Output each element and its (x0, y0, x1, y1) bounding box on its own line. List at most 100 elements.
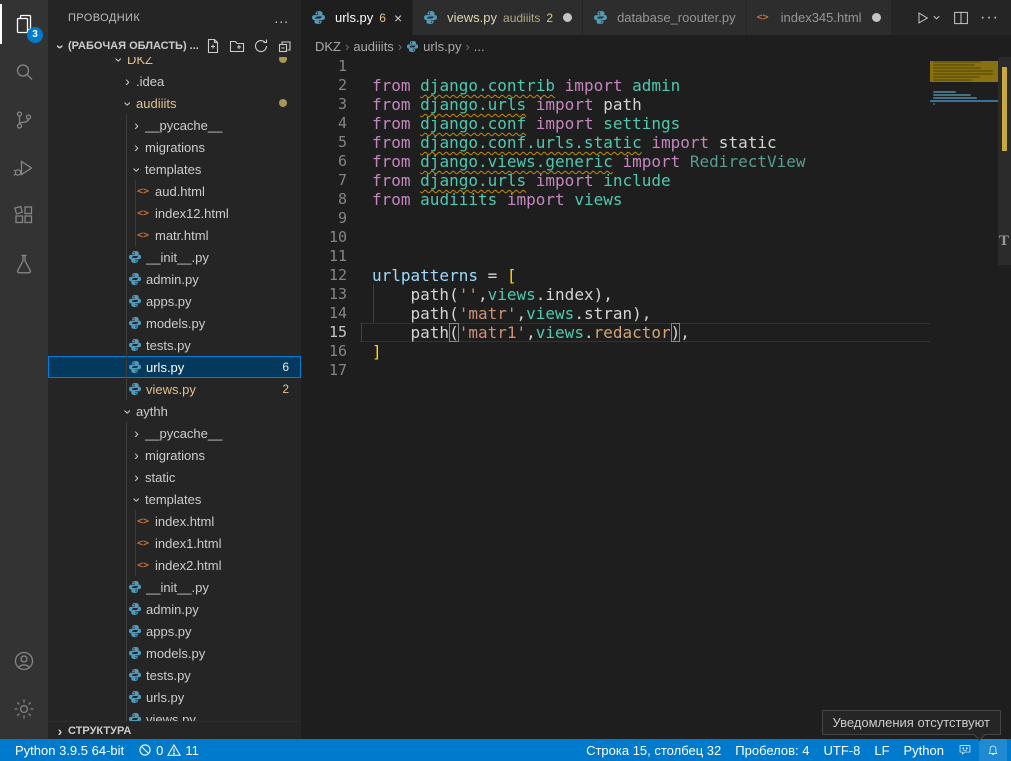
split-editor-icon[interactable] (952, 9, 970, 27)
tree-item-templates[interactable]: ›templates (48, 488, 301, 510)
tree-item-audiiits[interactable]: ›audiiits (48, 92, 301, 114)
code-token: static (709, 133, 776, 152)
tree-item-init-py[interactable]: __init__.py (48, 246, 301, 268)
tree-item-aud-html[interactable]: <>aud.html (48, 180, 301, 202)
code-line-10[interactable] (372, 228, 930, 247)
minimap[interactable] (930, 57, 998, 739)
breadcrumb-item-urls-py[interactable]: urls.py (406, 39, 461, 54)
breadcrumb-item-dkz[interactable]: DKZ (315, 39, 341, 54)
tree-item-matr-html[interactable]: <>matr.html (48, 224, 301, 246)
tree-item-admin-py[interactable]: admin.py (48, 268, 301, 290)
status-problems[interactable]: 011 (131, 739, 206, 761)
tree-item-index-html[interactable]: <>index.html (48, 510, 301, 532)
code-line-14[interactable]: path('matr',views.stran), (372, 304, 930, 323)
new-folder-icon[interactable] (229, 38, 245, 54)
tree-item-pycache[interactable]: ›__pycache__ (48, 422, 301, 444)
code-line-12[interactable]: urlpatterns = [ (372, 266, 930, 285)
editor-scrollbar[interactable]: T (998, 57, 1011, 739)
workspace-section-header[interactable]: › (РАБОЧАЯ ОБЛАСТЬ) ... (48, 35, 301, 57)
minimap-line (933, 97, 977, 99)
tree-item-dkz[interactable]: ›DKZ (48, 57, 301, 70)
status-feedback[interactable] (951, 739, 979, 761)
status-indentation[interactable]: Пробелов: 4 (728, 739, 816, 761)
breadcrumb-item-[interactable]: ... (474, 39, 485, 54)
new-file-icon[interactable] (205, 38, 221, 54)
tree-item-urls-py[interactable]: urls.py (48, 686, 301, 708)
tree-item-models-py[interactable]: models.py (48, 312, 301, 334)
code-line-3[interactable]: from django.urls import path (372, 95, 930, 114)
code-editor[interactable]: 1234567891011121314151617 from django.co… (301, 57, 1011, 739)
tree-item-models-py[interactable]: models.py (48, 642, 301, 664)
code-line-5[interactable]: from django.conf.urls.static import stat… (372, 133, 930, 152)
outline-section-header[interactable]: › СТРУКТУРА (48, 721, 301, 739)
tab-urls-py[interactable]: urls.py6× (301, 0, 413, 35)
status-language-mode[interactable]: Python (897, 739, 951, 761)
status-encoding[interactable]: UTF-8 (817, 739, 868, 761)
collapse-all-icon[interactable] (277, 38, 293, 54)
tree-item-apps-py[interactable]: apps.py (48, 620, 301, 642)
tree-item-admin-py[interactable]: admin.py (48, 598, 301, 620)
code-line-1[interactable] (372, 57, 930, 76)
modified-dot-badge (279, 57, 287, 63)
overview-warning-mark (1002, 67, 1007, 151)
tree-item-index2-html[interactable]: <>index2.html (48, 554, 301, 576)
tree-item-init-py[interactable]: __init__.py (48, 576, 301, 598)
activity-source-control[interactable] (0, 96, 48, 144)
code-line-6[interactable]: from django.views.generic import Redirec… (372, 152, 930, 171)
error-count: 0 (156, 743, 163, 758)
tab-index345-html[interactable]: <>index345.html (747, 0, 892, 35)
warning-icon (167, 743, 181, 757)
code-line-15[interactable]: path('matr1',views.redactor), (360, 323, 930, 342)
code-line-2[interactable]: from django.contrib import admin (372, 76, 930, 95)
status-notifications[interactable] (979, 739, 1007, 761)
indent-guide (126, 202, 127, 224)
tree-item-aythh[interactable]: ›aythh (48, 400, 301, 422)
tree-item-tests-py[interactable]: tests.py (48, 334, 301, 356)
status-label: Python (904, 743, 944, 758)
tree-item-views-py[interactable]: views.py2 (48, 378, 301, 400)
refresh-icon[interactable] (253, 38, 269, 54)
tab-views-py[interactable]: views.pyaudiiits2 (413, 0, 583, 35)
code-line-7[interactable]: from django.urls import include (372, 171, 930, 190)
tree-item-views-py[interactable]: views.py (48, 708, 301, 721)
dirty-dot-icon[interactable] (872, 13, 881, 22)
tree-item-pycache[interactable]: ›__pycache__ (48, 114, 301, 136)
activity-search[interactable] (0, 48, 48, 96)
tree-item-tests-py[interactable]: tests.py (48, 664, 301, 686)
tree-item-urls-py[interactable]: urls.py6 (48, 356, 301, 378)
activity-settings[interactable] (0, 685, 48, 733)
tree-item-index1-html[interactable]: <>index1.html (48, 532, 301, 554)
close-icon[interactable]: × (394, 10, 402, 26)
status-eol[interactable]: LF (867, 739, 896, 761)
sidebar-more-actions[interactable]: ... (274, 10, 289, 26)
code-line-9[interactable] (372, 209, 930, 228)
status-python-version[interactable]: Python 3.9.5 64-bit (8, 739, 131, 761)
html-file-icon: <> (757, 12, 775, 23)
tree-item-migrations[interactable]: ›migrations (48, 444, 301, 466)
run-button[interactable] (913, 9, 942, 27)
code-line-17[interactable] (372, 361, 930, 380)
tree-item-idea[interactable]: ›.idea (48, 70, 301, 92)
tree-item-label: templates (145, 162, 301, 177)
tree-item-static[interactable]: ›static (48, 466, 301, 488)
tab-database-roouter-py[interactable]: database_roouter.py (583, 0, 747, 35)
code-line-13[interactable]: path('',views.index), (372, 285, 930, 304)
activity-testing[interactable] (0, 240, 48, 288)
code-token: django.urls (420, 95, 526, 114)
code-line-11[interactable] (372, 247, 930, 266)
tree-item-templates[interactable]: ›templates (48, 158, 301, 180)
activity-explorer[interactable]: 3 (0, 0, 48, 48)
breadcrumb-item-audiiits[interactable]: audiiits (353, 39, 393, 54)
activity-run-debug[interactable] (0, 144, 48, 192)
dirty-dot-icon[interactable] (563, 13, 572, 22)
tree-item-migrations[interactable]: ›migrations (48, 136, 301, 158)
more-actions-icon[interactable]: ··· (980, 9, 999, 27)
code-line-8[interactable]: from audiiits import views (372, 190, 930, 209)
activity-account[interactable] (0, 637, 48, 685)
status-cursor-position[interactable]: Строка 15, столбец 32 (579, 739, 728, 761)
tree-item-index12-html[interactable]: <>index12.html (48, 202, 301, 224)
activity-extensions[interactable] (0, 192, 48, 240)
tree-item-apps-py[interactable]: apps.py (48, 290, 301, 312)
code-line-4[interactable]: from django.conf import settings (372, 114, 930, 133)
code-line-16[interactable]: ] (372, 342, 930, 361)
